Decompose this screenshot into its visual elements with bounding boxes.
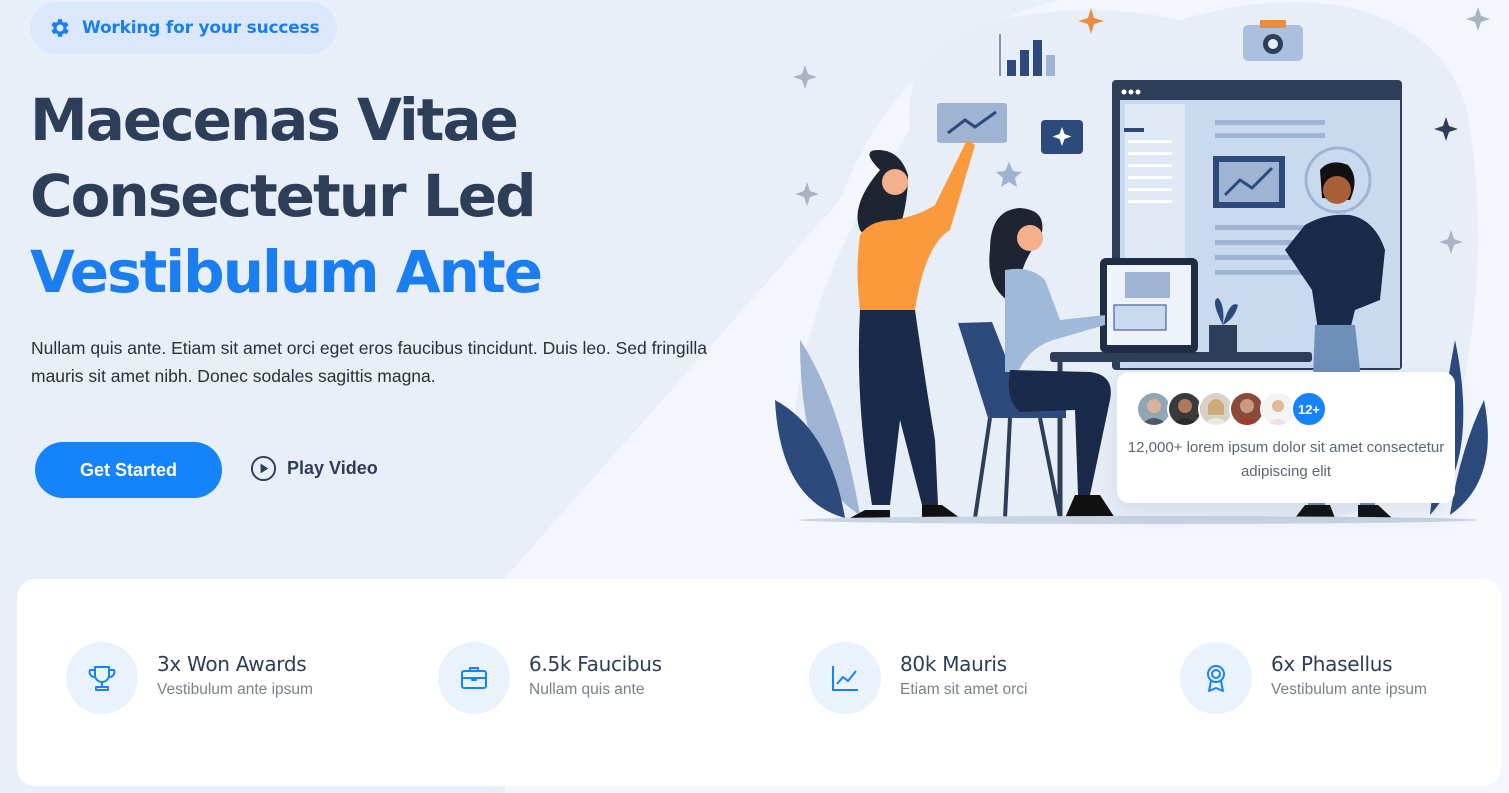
stat-item-awards: 3x Won Awards Vestibulum ante ipsum — [66, 642, 313, 714]
stat-title: 80k Mauris — [900, 652, 1007, 676]
stat-icon-wrapper — [66, 642, 138, 714]
stat-title: 3x Won Awards — [157, 652, 307, 676]
chart-line-icon — [832, 666, 858, 691]
stat-subtitle: Etiam sit amet orci — [900, 681, 1028, 698]
stat-item-faucibus: 6.5k Faucibus Nullam quis ante — [438, 642, 662, 714]
heading-line-1: Maecenas Vitae — [30, 86, 519, 154]
play-video-label: Play Video — [287, 458, 378, 478]
gear-icon — [48, 16, 72, 40]
stats-bar: 3x Won Awards Vestibulum ante ipsum 6.5k… — [17, 579, 1501, 786]
stat-item-mauris: 80k Mauris Etiam sit amet orci — [809, 642, 1027, 714]
briefcase-icon — [461, 667, 487, 689]
play-video-button[interactable]: Play Video — [250, 455, 378, 482]
badge-text: Working for your success — [82, 18, 320, 38]
stat-title: 6x Phasellus — [1271, 652, 1393, 676]
stat-icon-wrapper — [438, 642, 510, 714]
play-circle-icon — [250, 455, 277, 482]
hero-description: Nullam quis ante. Etiam sit amet orci eg… — [31, 338, 708, 386]
stat-subtitle: Nullam quis ante — [529, 681, 645, 698]
stat-subtitle: Vestibulum ante ipsum — [1271, 681, 1427, 698]
tagline-badge: Working for your success — [30, 2, 338, 54]
social-proof-card: 12+ 12,000+ lorem ipsum dolor sit amet c… — [1117, 372, 1455, 503]
hero-heading: Maecenas Vitae Consectetur Led Vestibulu… — [30, 82, 543, 310]
stat-icon-wrapper — [809, 642, 881, 714]
heading-line-2: Consectetur Led — [30, 162, 537, 230]
trophy-icon — [88, 666, 116, 691]
social-proof-text: 12,000+ lorem ipsum dolor sit amet conse… — [1127, 439, 1445, 480]
get-started-button[interactable]: Get Started — [35, 442, 222, 498]
more-count-badge: 12+ — [1291, 391, 1327, 427]
stat-icon-wrapper — [1180, 642, 1252, 714]
stat-subtitle: Vestibulum ante ipsum — [157, 681, 313, 698]
award-icon — [1207, 665, 1225, 692]
stat-title: 6.5k Faucibus — [529, 652, 662, 676]
avatar-group: 12+ — [1136, 391, 1327, 427]
stat-item-phasellus: 6x Phasellus Vestibulum ante ipsum — [1180, 642, 1427, 714]
heading-line-3: Vestibulum Ante — [30, 238, 543, 306]
